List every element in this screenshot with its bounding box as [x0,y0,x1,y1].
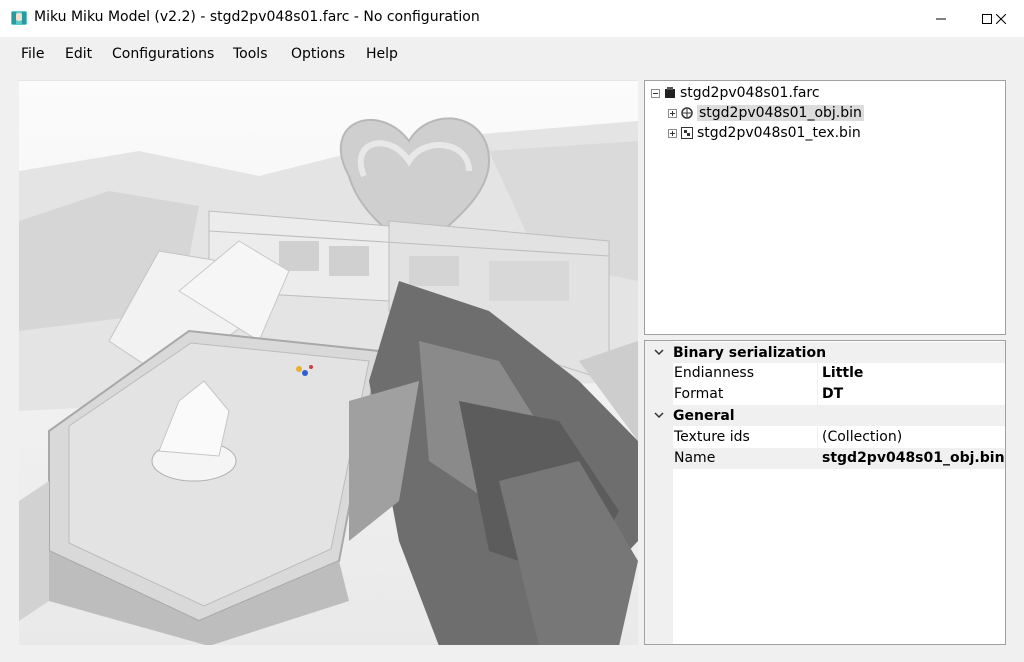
archive-icon [663,86,677,100]
property-grid-gutter [645,341,673,644]
property-grid: Binary serialization Endianness Little F… [644,340,1006,645]
window-title: Miku Miku Model (v2.2) - stgd2pv048s01.f… [34,9,480,25]
category-general[interactable]: General [645,405,1005,426]
tree-node-root-label: stgd2pv048s01.farc [680,85,820,101]
menu-options[interactable]: Options [291,46,345,62]
file-tree-panel: stgd2pv048s01.farc stgd2pv048s01_obj.bin… [644,80,1006,335]
tree-node-tex-bin-label: stgd2pv048s01_tex.bin [697,125,861,141]
column-divider[interactable] [817,363,818,405]
property-key: Texture ids [674,429,750,445]
tree-node-root[interactable]: stgd2pv048s01.farc [651,83,820,103]
menu-bar: File Edit Configurations Tools Options H… [0,37,1024,73]
property-value[interactable]: stgd2pv048s01_obj.bin [822,450,1005,466]
3d-model-viewport[interactable] [19,80,638,645]
property-row-texture-ids[interactable]: Texture ids (Collection) [673,427,1005,448]
close-button[interactable] [978,0,1024,37]
tree-node-tex-bin[interactable]: stgd2pv048s01_tex.bin [668,123,861,143]
expand-toggle-icon[interactable] [668,128,677,138]
expand-toggle-icon[interactable] [668,108,677,118]
property-row-endianness[interactable]: Endianness Little [673,363,1005,384]
collapse-toggle-icon[interactable] [651,88,660,98]
title-bar: Miku Miku Model (v2.2) - stgd2pv048s01.f… [0,0,1024,37]
menu-edit[interactable]: Edit [65,46,92,62]
menu-help[interactable]: Help [366,46,398,62]
property-key: Format [674,386,724,402]
menu-configurations[interactable]: Configurations [112,46,214,62]
category-label: Binary serialization [673,344,827,361]
menu-tools[interactable]: Tools [233,46,268,62]
property-row-format[interactable]: Format DT [673,384,1005,405]
chevron-down-icon[interactable] [645,349,673,356]
property-row-name[interactable]: Name stgd2pv048s01_obj.bin [673,448,1005,469]
chevron-down-icon[interactable] [645,412,673,419]
column-divider[interactable] [817,427,818,469]
property-key: Endianness [674,365,755,381]
category-binary-serialization[interactable]: Binary serialization [645,342,1005,363]
property-value[interactable]: DT [822,386,843,402]
property-value[interactable]: Little [822,365,863,381]
close-icon [996,13,1006,24]
category-label: General [673,407,735,424]
property-key: Name [674,450,716,466]
object-set-icon [680,106,694,120]
tree-node-obj-bin-label: stgd2pv048s01_obj.bin [697,105,864,121]
property-value[interactable]: (Collection) [822,429,902,445]
tree-node-obj-bin[interactable]: stgd2pv048s01_obj.bin [668,103,864,123]
texture-set-icon [680,126,694,140]
stage-model-render [19,81,638,645]
miku-app-icon [10,10,28,26]
menu-file[interactable]: File [21,46,44,62]
